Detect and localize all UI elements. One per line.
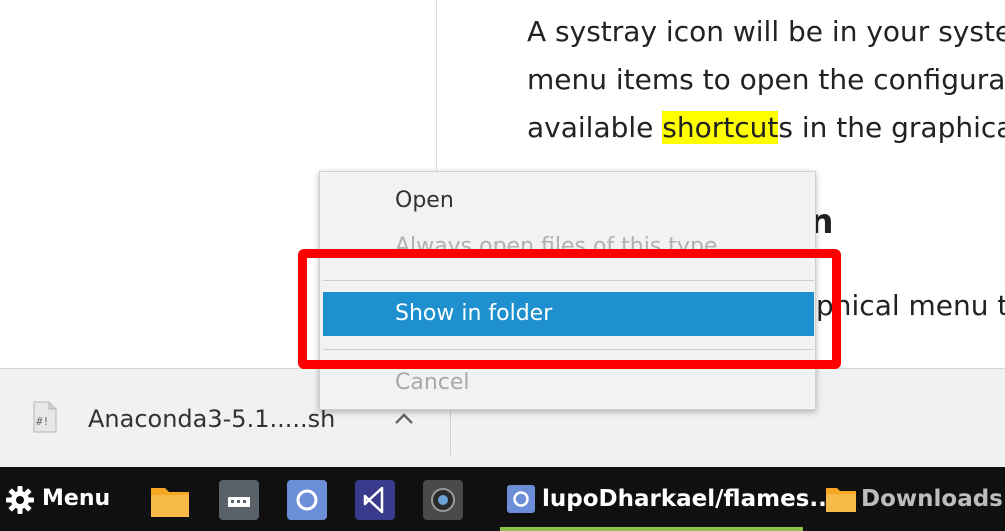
text: s in the graphical (778, 111, 1005, 144)
svg-text:#!: #! (36, 415, 49, 428)
active-task-indicator (500, 527, 803, 531)
folder-icon (826, 488, 856, 512)
taskbar-task-label: Downloads (861, 486, 1003, 512)
paragraph-line: phical menu to (816, 289, 1005, 322)
taskbar-task-downloads[interactable]: Downloads (820, 467, 1005, 531)
menu-item-open[interactable]: Open (323, 179, 814, 223)
chevron-up-icon[interactable] (392, 407, 416, 431)
taskbar: Menu lupoDharkael/flames... Downloads (0, 467, 1005, 531)
shell-script-file-icon: #! (33, 401, 57, 433)
start-menu-label: Menu (42, 486, 111, 511)
camera-icon[interactable] (422, 479, 464, 521)
paragraph-line: A systray icon will be in your system tr… (527, 15, 1005, 48)
paragraph-line: menu items to open the configuration (527, 63, 1005, 96)
taskbar-task-browser[interactable]: lupoDharkael/flames... (500, 467, 836, 531)
start-menu-button[interactable]: Menu (0, 467, 116, 531)
vscode-icon[interactable] (354, 479, 396, 521)
text: available (527, 111, 663, 144)
search-highlight: shortcut (662, 111, 779, 144)
gear-icon (6, 486, 34, 514)
chromium-icon (507, 485, 535, 513)
taskbar-task-label: lupoDharkael/flames... (542, 486, 836, 512)
paragraph-line: available shortcuts in the graphical (527, 110, 1005, 146)
download-file-name: Anaconda3-5.1.....sh (88, 405, 336, 433)
files-icon[interactable] (149, 479, 191, 521)
chromium-icon[interactable] (286, 479, 328, 521)
annotation-highlight-box (298, 249, 841, 369)
terminal-icon[interactable] (218, 479, 260, 521)
